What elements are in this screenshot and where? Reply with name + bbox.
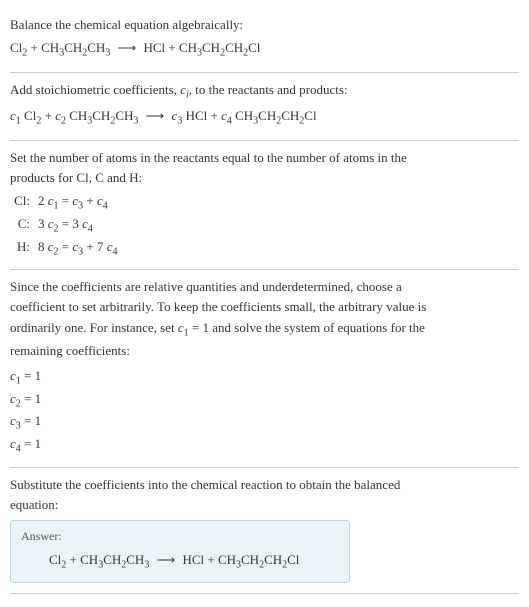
text: 2: [38, 193, 48, 208]
subscript: 3: [105, 48, 110, 59]
instruction-text: equation:: [10, 496, 519, 514]
text: +: [41, 108, 55, 123]
text: CH: [258, 108, 276, 123]
subscript: 3: [133, 116, 138, 127]
subscript: 4: [113, 246, 118, 257]
coefficient-solution-list: c1 = 1 c2 = 1 c3 = 1 c4 = 1: [10, 366, 519, 456]
reaction-arrow: ⟶: [114, 40, 141, 55]
section-answer: Substitute the coefficients into the che…: [10, 468, 519, 594]
coefficient-equation: c1 Cl2 + c2 CH3CH2CH3 ⟶ c3 HCl + c4 CH3C…: [10, 106, 519, 130]
text: = 1 and solve the system of equations fo…: [189, 320, 425, 335]
explanation-text: ordinarily one. For instance, set c1 = 1…: [10, 319, 519, 341]
species-cl2: Cl: [49, 552, 61, 567]
text: CH: [225, 40, 243, 55]
text: , to the reactants and products:: [189, 82, 348, 97]
text: CH: [87, 40, 105, 55]
unbalanced-equation: Cl2 + CH3CH2CH3 ⟶ HCl + CH3CH2CH2Cl: [10, 38, 519, 62]
text: =: [59, 239, 73, 254]
text: CH: [103, 552, 121, 567]
text: HCl + CH: [143, 40, 197, 55]
text: Cl: [287, 552, 299, 567]
text: Cl: [21, 108, 37, 123]
explanation-text: remaining coefficients:: [10, 342, 519, 360]
explanation-text: coefficient to set arbitrarily. To keep …: [10, 298, 519, 316]
text: CH: [66, 108, 87, 123]
text: + 7: [83, 239, 107, 254]
atom-row-cl: Cl: 2 c1 = c3 + c4: [10, 191, 519, 214]
text: 8: [38, 239, 48, 254]
text: Cl: [304, 108, 316, 123]
coef-value: c3 = 1: [10, 411, 519, 434]
value: = 1: [21, 368, 41, 383]
text: = 3: [59, 216, 83, 231]
explanation-text: Since the coefficients are relative quan…: [10, 278, 519, 296]
text: CH: [64, 40, 82, 55]
text: 3: [38, 216, 48, 231]
text: + CH: [27, 40, 59, 55]
atom-label: C:: [10, 214, 38, 237]
balanced-equation: Cl2 + CH3CH2CH3 ⟶ HCl + CH3CH2CH2Cl: [21, 550, 339, 574]
text: =: [59, 193, 73, 208]
text: CH: [281, 108, 299, 123]
atom-equation: 3 c2 = 3 c4: [38, 214, 519, 237]
text: + CH: [66, 552, 98, 567]
text: HCl +: [182, 108, 221, 123]
atom-label: H:: [10, 237, 38, 260]
problem-statement: Balance the chemical equation algebraica…: [10, 16, 519, 34]
reaction-arrow: ⟶: [142, 108, 169, 123]
reaction-arrow: ⟶: [153, 552, 180, 567]
section-solve: Since the coefficients are relative quan…: [10, 270, 519, 468]
text: CH: [126, 552, 144, 567]
coef-value: c1 = 1: [10, 366, 519, 389]
species-cl2: Cl: [10, 40, 22, 55]
text: Add stoichiometric coefficients,: [10, 82, 180, 97]
text: HCl + CH: [182, 552, 236, 567]
answer-box: Answer: Cl2 + CH3CH2CH3 ⟶ HCl + CH3CH2CH…: [10, 520, 350, 583]
text: CH: [232, 108, 253, 123]
section-add-coefficients: Add stoichiometric coefficients, ci, to …: [10, 73, 519, 141]
instruction-text: products for Cl, C and H:: [10, 169, 519, 187]
coef-value: c2 = 1: [10, 389, 519, 412]
value: = 1: [21, 436, 41, 451]
text: CH: [264, 552, 282, 567]
value: = 1: [21, 391, 41, 406]
atom-equation: 8 c2 = c3 + 7 c4: [38, 237, 519, 260]
text: CH: [115, 108, 133, 123]
instruction-text: Substitute the coefficients into the che…: [10, 476, 519, 494]
atom-row-c: C: 3 c2 = 3 c4: [10, 214, 519, 237]
instruction-text: Add stoichiometric coefficients, ci, to …: [10, 81, 519, 103]
subscript: 4: [88, 224, 93, 235]
subscript: 3: [144, 560, 149, 571]
atom-row-h: H: 8 c2 = c3 + 7 c4: [10, 237, 519, 260]
atom-balance-table: Cl: 2 c1 = c3 + c4 C: 3 c2 = 3 c4 H: 8 c…: [10, 191, 519, 259]
text: Cl: [248, 40, 260, 55]
text: ordinarily one. For instance, set: [10, 320, 178, 335]
text: CH: [202, 40, 220, 55]
section-problem: Balance the chemical equation algebraica…: [10, 8, 519, 73]
atom-label: Cl:: [10, 191, 38, 214]
text: CH: [241, 552, 259, 567]
answer-label: Answer:: [21, 529, 339, 544]
section-atom-balance: Set the number of atoms in the reactants…: [10, 141, 519, 270]
instruction-text: Set the number of atoms in the reactants…: [10, 149, 519, 167]
value: = 1: [21, 413, 41, 428]
text: CH: [92, 108, 110, 123]
coef-value: c4 = 1: [10, 434, 519, 457]
text: +: [83, 193, 97, 208]
atom-equation: 2 c1 = c3 + c4: [38, 191, 519, 214]
subscript: 4: [103, 201, 108, 212]
